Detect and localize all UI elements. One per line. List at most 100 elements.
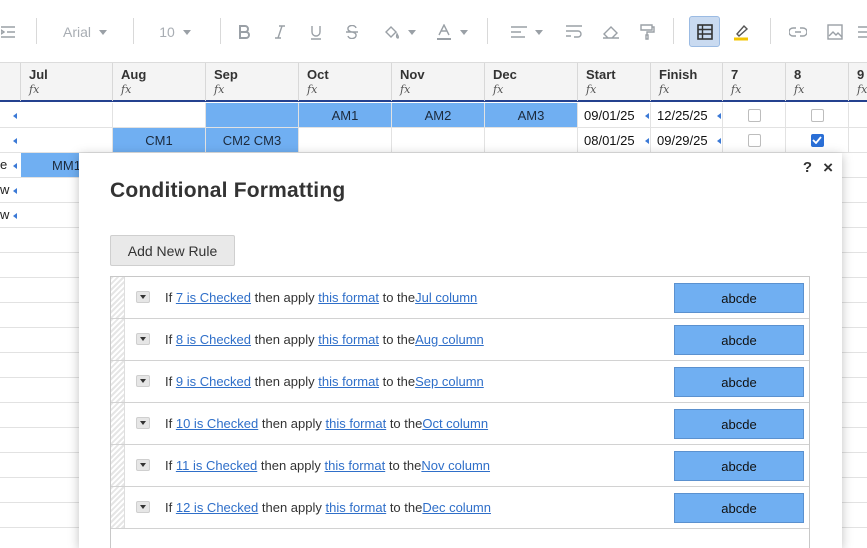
rule-format-link[interactable]: this format: [325, 458, 386, 473]
font-family-select[interactable]: Arial: [52, 18, 118, 46]
rule-format-link[interactable]: this format: [326, 416, 387, 431]
font-size-select[interactable]: 10: [150, 18, 200, 46]
chevron-down-icon: [140, 379, 146, 383]
drag-handle[interactable]: [111, 487, 125, 528]
more-icon[interactable]: [858, 18, 867, 46]
cell-dec[interactable]: [485, 128, 578, 152]
cell-oct[interactable]: [299, 128, 392, 152]
drag-handle[interactable]: [111, 319, 125, 360]
cell-aug[interactable]: CM1: [113, 128, 206, 152]
column-header-finish[interactable]: Finish fx: [651, 63, 723, 101]
column-header-jul[interactable]: Jul fx: [21, 63, 113, 101]
cell-start[interactable]: 08/01/25: [578, 128, 651, 152]
cell-jul[interactable]: [21, 103, 113, 127]
cell-sep[interactable]: CM2 CM3: [206, 128, 299, 152]
cell-9[interactable]: [849, 128, 867, 152]
bold-icon[interactable]: [234, 18, 254, 46]
rule-menu-button[interactable]: [136, 333, 150, 345]
column-header-oct[interactable]: Oct fx: [299, 63, 392, 101]
rule-text-then: then apply: [254, 374, 315, 389]
format-preview[interactable]: abcde: [674, 409, 804, 439]
help-icon[interactable]: ?: [803, 159, 812, 176]
format-preview[interactable]: abcde: [674, 325, 804, 355]
add-new-rule-button[interactable]: Add New Rule: [110, 235, 235, 266]
cell-jul[interactable]: [21, 128, 113, 152]
rule-target-link[interactable]: Aug column: [415, 332, 484, 347]
rule-target-link[interactable]: Oct column: [422, 416, 488, 431]
column-title: Start: [586, 67, 616, 82]
font-size-value: 10: [159, 24, 175, 40]
format-painter-icon[interactable]: [636, 18, 658, 46]
strikethrough-icon[interactable]: [342, 18, 362, 46]
rule-menu-button[interactable]: [136, 291, 150, 303]
format-preview[interactable]: abcde: [674, 283, 804, 313]
rule-format-link[interactable]: this format: [318, 332, 379, 347]
fill-color-button[interactable]: [380, 18, 420, 46]
underline-icon[interactable]: [306, 18, 326, 46]
chevron-down-icon: [140, 505, 146, 509]
cell-oct[interactable]: AM1: [299, 103, 392, 127]
column-header-8[interactable]: 8 fx: [786, 63, 849, 101]
format-preview[interactable]: abcde: [674, 451, 804, 481]
checkbox-8-checked[interactable]: [810, 133, 824, 147]
drag-handle[interactable]: [111, 445, 125, 486]
rule-format-link[interactable]: this format: [326, 500, 387, 515]
rule-target-link[interactable]: Dec column: [422, 500, 491, 515]
row-number-header: [0, 63, 21, 101]
finish-date: 09/29/25: [657, 132, 708, 148]
checkbox-7[interactable]: [747, 133, 761, 147]
cell-start[interactable]: 09/01/25: [578, 103, 651, 127]
checkbox-8[interactable]: [810, 108, 824, 122]
cell-9[interactable]: [849, 103, 867, 127]
grid-view-button[interactable]: [689, 16, 720, 47]
rule-condition-link[interactable]: 11 is Checked: [176, 458, 257, 473]
rule-text-to: to the: [382, 332, 416, 347]
close-icon[interactable]: ×: [823, 158, 833, 178]
italic-icon[interactable]: [270, 18, 290, 46]
rule-format-link[interactable]: this format: [318, 290, 379, 305]
column-header-dec[interactable]: Dec fx: [485, 63, 578, 101]
cell-sep[interactable]: [206, 103, 299, 127]
column-header-aug[interactable]: Aug fx: [113, 63, 206, 101]
cell-dec[interactable]: AM3: [485, 103, 578, 127]
rule-format-link[interactable]: this format: [318, 374, 379, 389]
checkbox-7[interactable]: [747, 108, 761, 122]
column-header-9[interactable]: 9 fx: [849, 63, 867, 101]
rule-menu-button[interactable]: [136, 459, 150, 471]
rule-condition-link[interactable]: 7 is Checked: [176, 290, 251, 305]
column-header-7[interactable]: 7 fx: [723, 63, 786, 101]
rule-target-link[interactable]: Nov column: [421, 458, 490, 473]
cell-nov[interactable]: [392, 128, 485, 152]
cell-7: [723, 103, 786, 127]
rule-condition-link[interactable]: 12 is Checked: [176, 500, 258, 515]
column-header-nov[interactable]: Nov fx: [392, 63, 485, 101]
format-preview[interactable]: abcde: [674, 493, 804, 523]
rule-condition-link[interactable]: 9 is Checked: [176, 374, 251, 389]
rule-menu-button[interactable]: [136, 375, 150, 387]
column-header-start[interactable]: Start fx: [578, 63, 651, 101]
image-icon[interactable]: [824, 18, 846, 46]
cell-finish[interactable]: 09/29/25: [651, 128, 723, 152]
rule-condition-link[interactable]: 8 is Checked: [176, 332, 251, 347]
rule-menu-button[interactable]: [136, 417, 150, 429]
align-button[interactable]: [506, 18, 548, 46]
rule-target-link[interactable]: Sep column: [415, 374, 484, 389]
cell-nov[interactable]: AM2: [392, 103, 485, 127]
rule-target-link[interactable]: Jul column: [415, 290, 477, 305]
rule-menu-button[interactable]: [136, 501, 150, 513]
rule-condition-link[interactable]: 10 is Checked: [176, 416, 258, 431]
drag-handle[interactable]: [111, 403, 125, 444]
cell-finish[interactable]: 12/25/25: [651, 103, 723, 127]
cell-aug[interactable]: [113, 103, 206, 127]
text-color-button[interactable]: [432, 18, 472, 46]
highlight-icon[interactable]: [730, 18, 752, 46]
indent-icon[interactable]: [0, 18, 18, 46]
eraser-icon[interactable]: [600, 18, 622, 46]
drag-handle[interactable]: [111, 277, 125, 318]
wrap-text-icon[interactable]: [564, 18, 586, 46]
drag-handle[interactable]: [111, 361, 125, 402]
column-header-sep[interactable]: Sep fx: [206, 63, 299, 101]
format-preview[interactable]: abcde: [674, 367, 804, 397]
rule-text-then: then apply: [254, 290, 315, 305]
link-icon[interactable]: [787, 18, 809, 46]
